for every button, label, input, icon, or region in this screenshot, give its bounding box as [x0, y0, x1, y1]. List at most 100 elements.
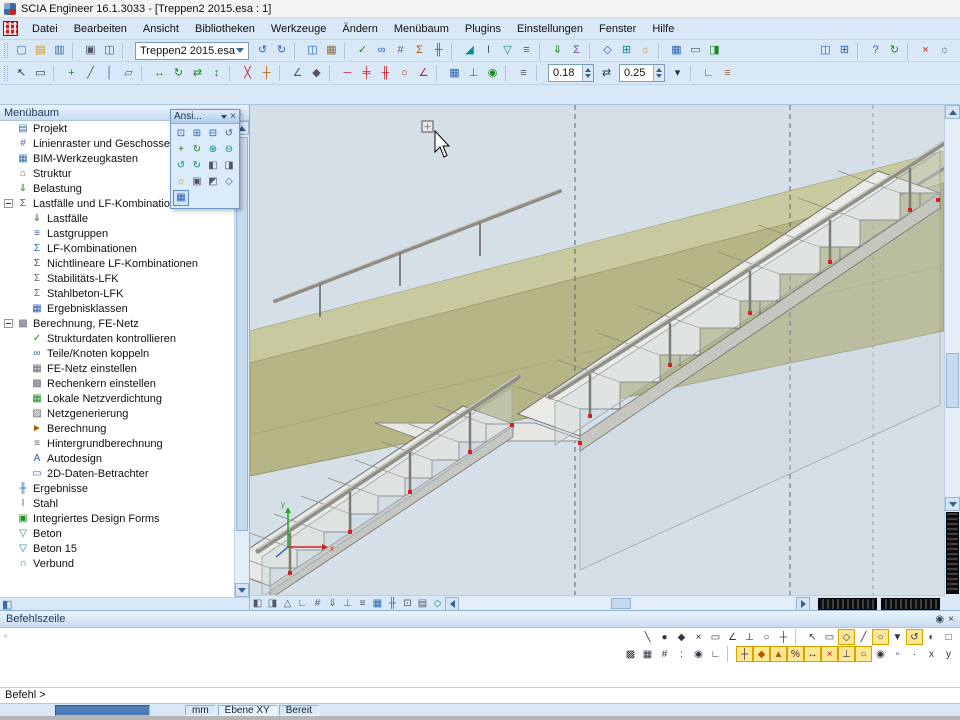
tree-expander-icon[interactable] — [4, 199, 13, 208]
snap-midpoint-icon[interactable]: ▭ — [707, 629, 724, 645]
tree-item[interactable]: ► Berechnung — [0, 421, 234, 436]
filter-icon[interactable]: ▼ — [889, 629, 906, 645]
calculation-icon[interactable]: Σ — [410, 42, 429, 60]
snap-tangent-icon[interactable]: ○ — [758, 629, 775, 645]
pan-icon[interactable]: + — [173, 142, 189, 158]
midpoint-snap-icon[interactable]: ▲ — [770, 646, 787, 662]
tree-item[interactable]: ∩ Verbund — [0, 556, 234, 571]
tree-item[interactable]: ▽ Beton 15 — [0, 541, 234, 556]
open-project-icon[interactable]: ▤ — [31, 42, 50, 60]
results-icon[interactable]: ╫ — [429, 42, 448, 60]
previous-view-icon[interactable]: ↺ — [221, 126, 237, 142]
table-input-icon[interactable]: ▦ — [667, 42, 686, 60]
zoom-out-icon[interactable]: ⊖ — [221, 142, 237, 158]
invert-selection-icon[interactable]: ◐ — [923, 629, 940, 645]
spinner-down-icon[interactable] — [656, 74, 662, 78]
menu-item[interactable]: Menübaum — [386, 20, 457, 38]
double-line-icon[interactable]: ╪ — [357, 64, 376, 82]
previous-selection-icon[interactable]: ↺ — [906, 629, 923, 645]
grid-size-spinner[interactable]: 0.25 — [619, 64, 665, 82]
view-3d-icon[interactable]: ◇ — [598, 42, 617, 60]
support-display-icon[interactable]: ⊥ — [340, 597, 355, 611]
material-icon[interactable]: ▽ — [498, 42, 517, 60]
undo-icon[interactable]: ↺ — [253, 42, 272, 60]
project-dropdown[interactable]: Treppen2 2015.esa — [135, 42, 249, 60]
axes-display-icon[interactable]: ∟ — [295, 597, 310, 611]
connect-members-icon[interactable]: ∞ — [372, 42, 391, 60]
menu-item[interactable]: Ändern — [334, 20, 385, 38]
model-data-icon[interactable]: ▦ — [370, 597, 385, 611]
tree-item[interactable]: ⇓ Lastfälle — [0, 211, 234, 226]
tree-item[interactable]: Σ Stabilitäts-LFK — [0, 271, 234, 286]
scrollbar-thumb[interactable] — [946, 353, 959, 408]
tree-item[interactable]: ≡ Lastgruppen — [0, 226, 234, 241]
step-size-spinner[interactable]: 0.18 — [548, 64, 594, 82]
save-icon[interactable]: ▥ — [50, 42, 69, 60]
results-display-icon[interactable]: ╫ — [385, 597, 400, 611]
activity-icon[interactable]: ☼ — [636, 42, 655, 60]
viewport-horizontal-scrollbar[interactable] — [460, 597, 795, 611]
rotate-icon[interactable]: ↻ — [169, 64, 188, 82]
cursor-snap-icon[interactable]: ┼ — [736, 646, 753, 662]
ucs-icon[interactable]: ∟ — [699, 64, 718, 82]
dot-grid-icon[interactable]: ▩ — [622, 646, 639, 662]
dimension-icon[interactable]: ∠ — [288, 64, 307, 82]
numbering-icon[interactable]: # — [310, 597, 325, 611]
add-beam-icon[interactable]: ╱ — [81, 64, 100, 82]
fast-view-icon[interactable]: ◇ — [430, 597, 445, 611]
line-grid-icon[interactable]: ▦ — [639, 646, 656, 662]
snap-node-icon[interactable]: ● — [656, 629, 673, 645]
close-icon[interactable]: × — [948, 614, 954, 625]
view-params-icon[interactable]: ▤ — [415, 597, 430, 611]
coordinate-input-icon[interactable]: ▾ — [668, 64, 687, 82]
extend-icon[interactable]: ┼ — [257, 64, 276, 82]
lock-x-icon[interactable]: x — [923, 646, 940, 662]
scroll-up-icon[interactable] — [945, 105, 960, 119]
tree-item[interactable]: Σ Nichtlineare LF-Kombinationen — [0, 256, 234, 271]
snap-raster-icon[interactable]: # — [656, 646, 673, 662]
zoom-all-icon[interactable]: ⊞ — [189, 126, 205, 142]
zoom-window-icon[interactable]: ⊡ — [173, 126, 189, 142]
check-structure-icon[interactable]: ✓ — [353, 42, 372, 60]
new-project-icon[interactable]: ▢ — [12, 42, 31, 60]
scroll-down-icon[interactable] — [945, 497, 960, 511]
zoom-selection-icon[interactable]: ⊟ — [205, 126, 221, 142]
lock-y-icon[interactable]: y — [940, 646, 957, 662]
snap-angle-icon[interactable]: ∠ — [724, 629, 741, 645]
animation-bar-vertical[interactable] — [946, 512, 959, 594]
clear-selection-icon[interactable]: □ — [940, 629, 957, 645]
freepoint-icon[interactable]: · — [906, 646, 923, 662]
angle-tool-icon[interactable]: ∠ — [414, 64, 433, 82]
menu-item[interactable]: Ansicht — [135, 20, 187, 38]
paste-icon[interactable]: ▦ — [322, 42, 341, 60]
rotate-right-icon[interactable]: ↻ — [189, 158, 205, 174]
spinner-up-icon[interactable] — [585, 68, 591, 72]
tree-item[interactable]: ▦ Lokale Netzverdichtung — [0, 391, 234, 406]
palette-header[interactable]: Ansi... × — [171, 110, 239, 124]
circle-tool-icon[interactable]: ○ — [395, 64, 414, 82]
image-gallery-icon[interactable]: ◨ — [705, 42, 724, 60]
tree-item[interactable]: ∞ Teile/Knoten koppeln — [0, 346, 234, 361]
scroll-left-icon[interactable] — [445, 597, 459, 611]
orbit-icon[interactable]: ↻ — [189, 142, 205, 158]
menu-item[interactable]: Einstellungen — [509, 20, 591, 38]
viewport-vertical-scrollbar[interactable] — [944, 105, 960, 595]
annotate-icon[interactable]: ◆ — [307, 64, 326, 82]
swap-values-icon[interactable]: ⇄ — [597, 64, 616, 82]
grid-point-icon[interactable]: ▫ — [889, 646, 906, 662]
percent-snap-icon[interactable]: % — [787, 646, 804, 662]
rail-line-icon[interactable]: ╫ — [376, 64, 395, 82]
spinner-down-icon[interactable] — [585, 74, 591, 78]
profile-library-icon[interactable]: I — [479, 42, 498, 60]
tree-item[interactable]: ▦ Ergebnisklassen — [0, 301, 234, 316]
mesh-icon[interactable]: # — [391, 42, 410, 60]
intersect-snap-icon[interactable]: × — [821, 646, 838, 662]
tree-item[interactable]: ✓ Strukturdaten kontrollieren — [0, 331, 234, 346]
unit-indicator[interactable]: mm — [185, 705, 216, 716]
menu-item[interactable]: Datei — [24, 20, 66, 38]
toolbar-grip[interactable] — [4, 66, 8, 81]
rotate-left-icon[interactable]: ↺ — [173, 158, 189, 174]
scale-icon[interactable]: ↕ — [207, 64, 226, 82]
perspective-icon[interactable]: ◇ — [221, 174, 237, 190]
window-new-icon[interactable]: ⊞ — [835, 42, 854, 60]
